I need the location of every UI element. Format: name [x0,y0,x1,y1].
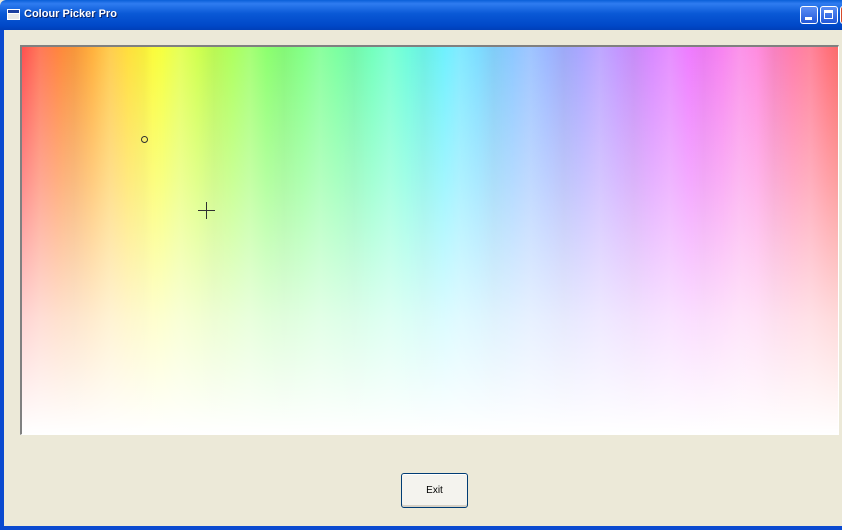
crosshair-cursor [198,202,215,219]
colour-palette-frame [20,45,839,435]
window-frame-left [0,30,11,530]
maximize-button[interactable] [820,6,838,24]
title-bar[interactable]: Colour Picker Pro [0,0,842,30]
window-title: Colour Picker Pro [24,8,117,20]
colour-spectrum-picker[interactable] [22,47,838,434]
selection-circle-marker [141,136,148,143]
window-frame-bottom [0,526,842,530]
minimize-button[interactable] [800,6,818,24]
minimize-icon [805,17,812,20]
exit-button[interactable]: Exit [401,473,468,508]
colour-picker-window: Colour Picker Pro Exit [0,0,842,530]
app-icon [7,9,20,20]
maximize-icon [824,10,833,19]
